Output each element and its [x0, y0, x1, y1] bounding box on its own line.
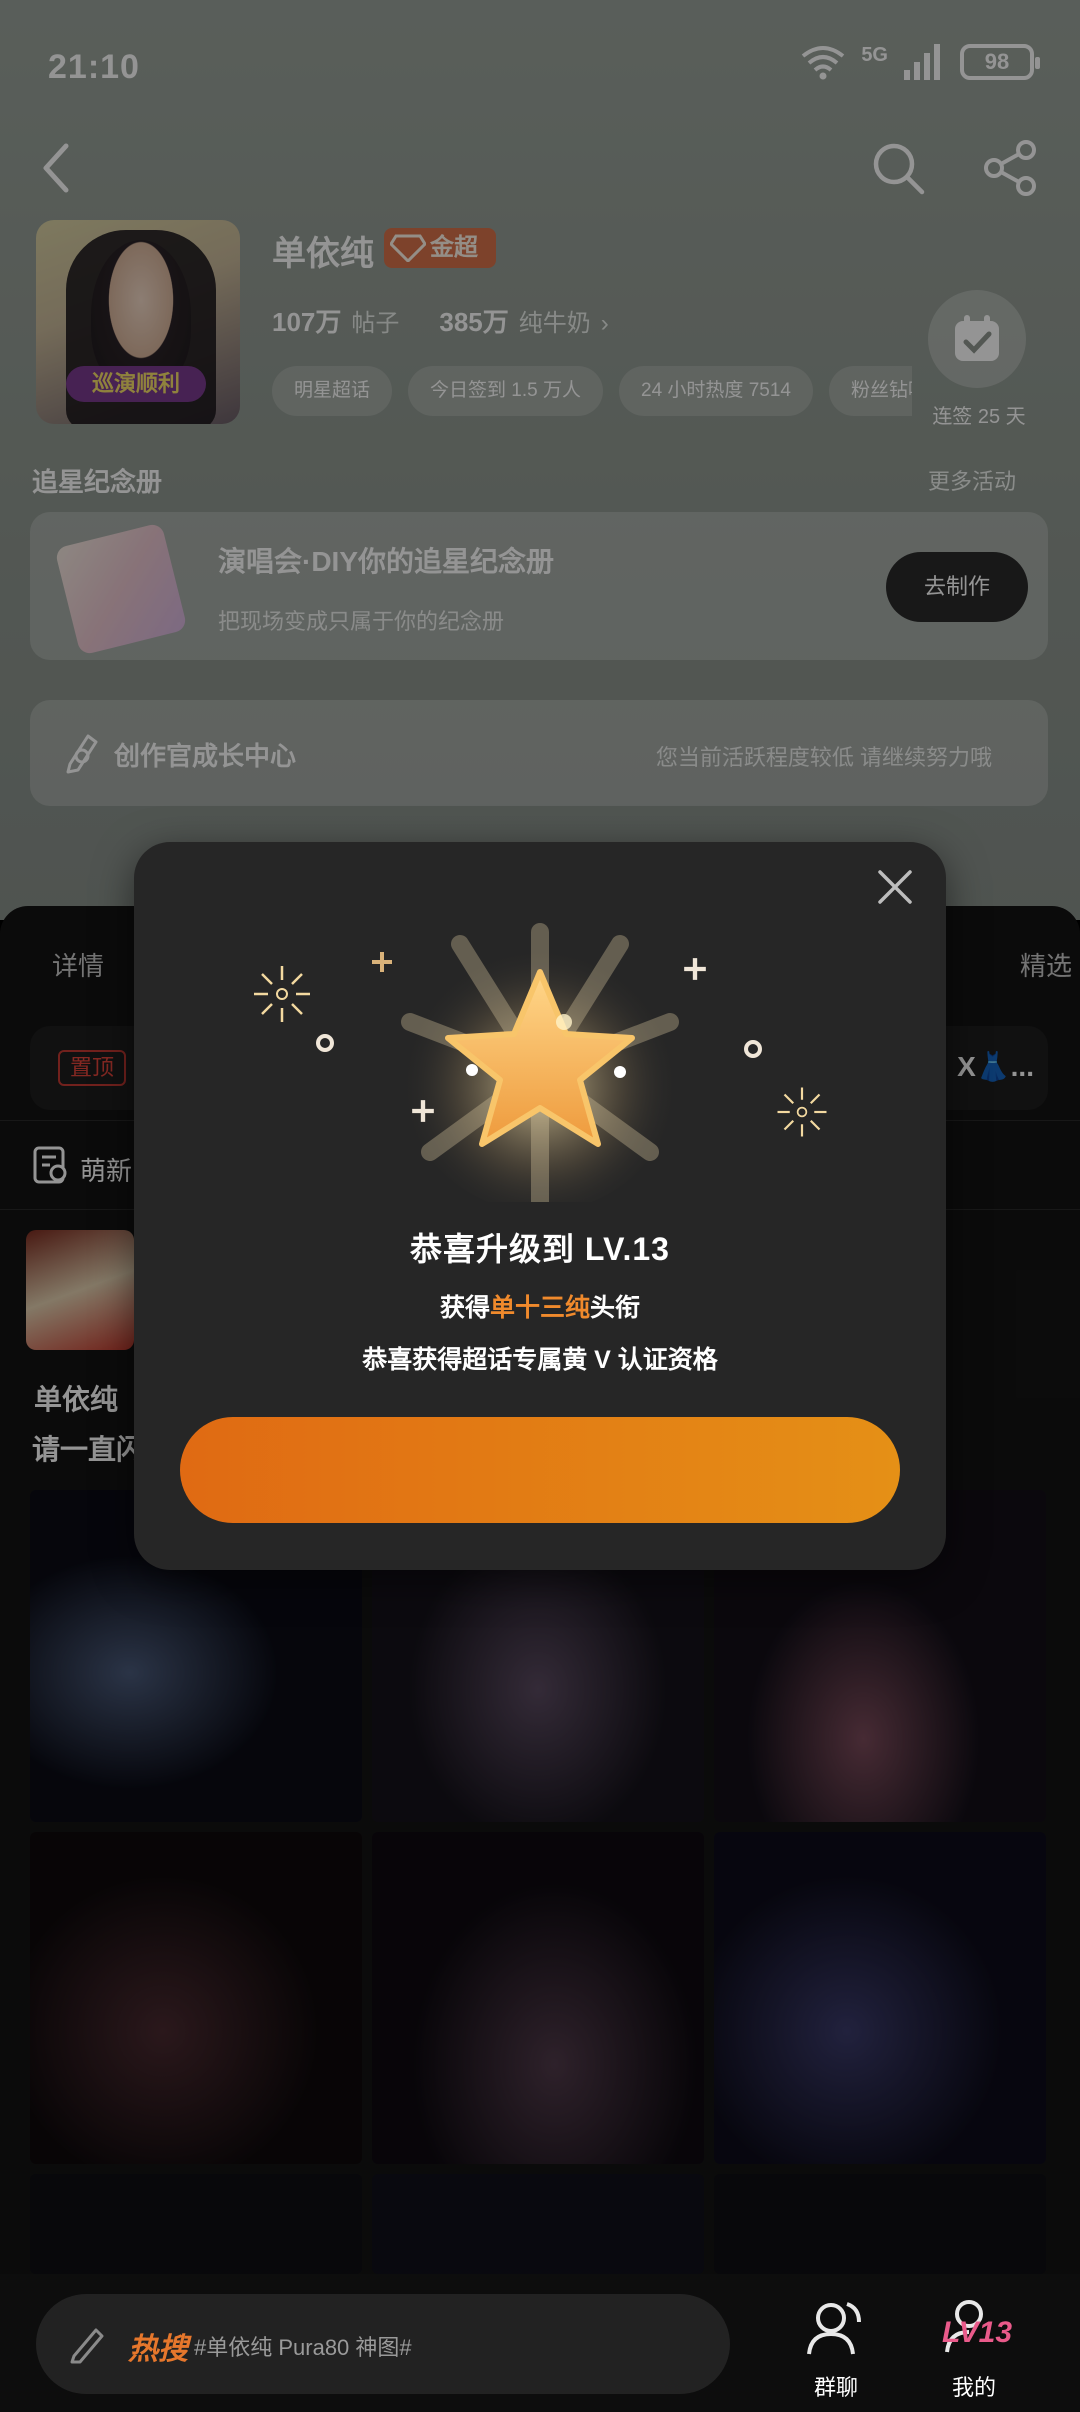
level-badge: LV13 — [942, 2316, 1013, 2349]
nav-group-chat[interactable]: 群聊 — [776, 2288, 896, 2400]
ring-sparkle-icon — [316, 1034, 334, 1052]
reward-title: 单十三纯 — [489, 1294, 590, 1322]
level-up-title: 恭喜升级到 LV.13 — [410, 1231, 670, 1267]
mine-label: 我的 — [951, 2375, 996, 2400]
close-icon[interactable] — [870, 862, 920, 912]
group-chat-icon — [807, 2302, 861, 2355]
pen-icon — [70, 2328, 104, 2364]
reward-suffix: 头衔 — [590, 1294, 641, 1322]
plus-sparkle-icon — [684, 958, 706, 980]
hot-search-query: #单依纯 Pura80 神图# — [194, 2335, 412, 2360]
level-up-dialog: 恭喜升级到 LV.13 获得单十三纯头衔 恭喜获得超话专属黄 V 认证资格 — [134, 842, 946, 1570]
star-celebration — [400, 923, 680, 1202]
bottom-nav: 热搜 #单依纯 Pura80 神图# 群聊 LV13 我的 — [0, 2274, 1080, 2412]
title-reward-text: 获得单十三纯头衔 — [134, 1288, 946, 1324]
group-chat-label: 群聊 — [813, 2375, 858, 2400]
hot-search-bar[interactable]: 热搜 #单依纯 Pura80 神图# — [36, 2294, 730, 2394]
sparkle-icon — [777, 1087, 827, 1137]
app-root: 21:10 5G 98 巡演顺利 单依纯 金超 107万 帖子 385万 纯牛奶… — [0, 0, 1080, 2412]
ring-sparkle-icon — [744, 1040, 762, 1058]
hot-search-label: 热搜 — [128, 2333, 188, 2366]
plus-sparkle-icon — [372, 952, 392, 972]
confirm-button[interactable] — [180, 1417, 900, 1523]
verification-text: 恭喜获得超话专属黄 V 认证资格 — [362, 1346, 718, 1374]
plus-sparkle-icon — [412, 1100, 434, 1122]
reward-prefix: 获得 — [439, 1294, 490, 1322]
sparkle-icon — [254, 966, 310, 1022]
nav-mine[interactable]: LV13 我的 — [914, 2288, 1034, 2400]
